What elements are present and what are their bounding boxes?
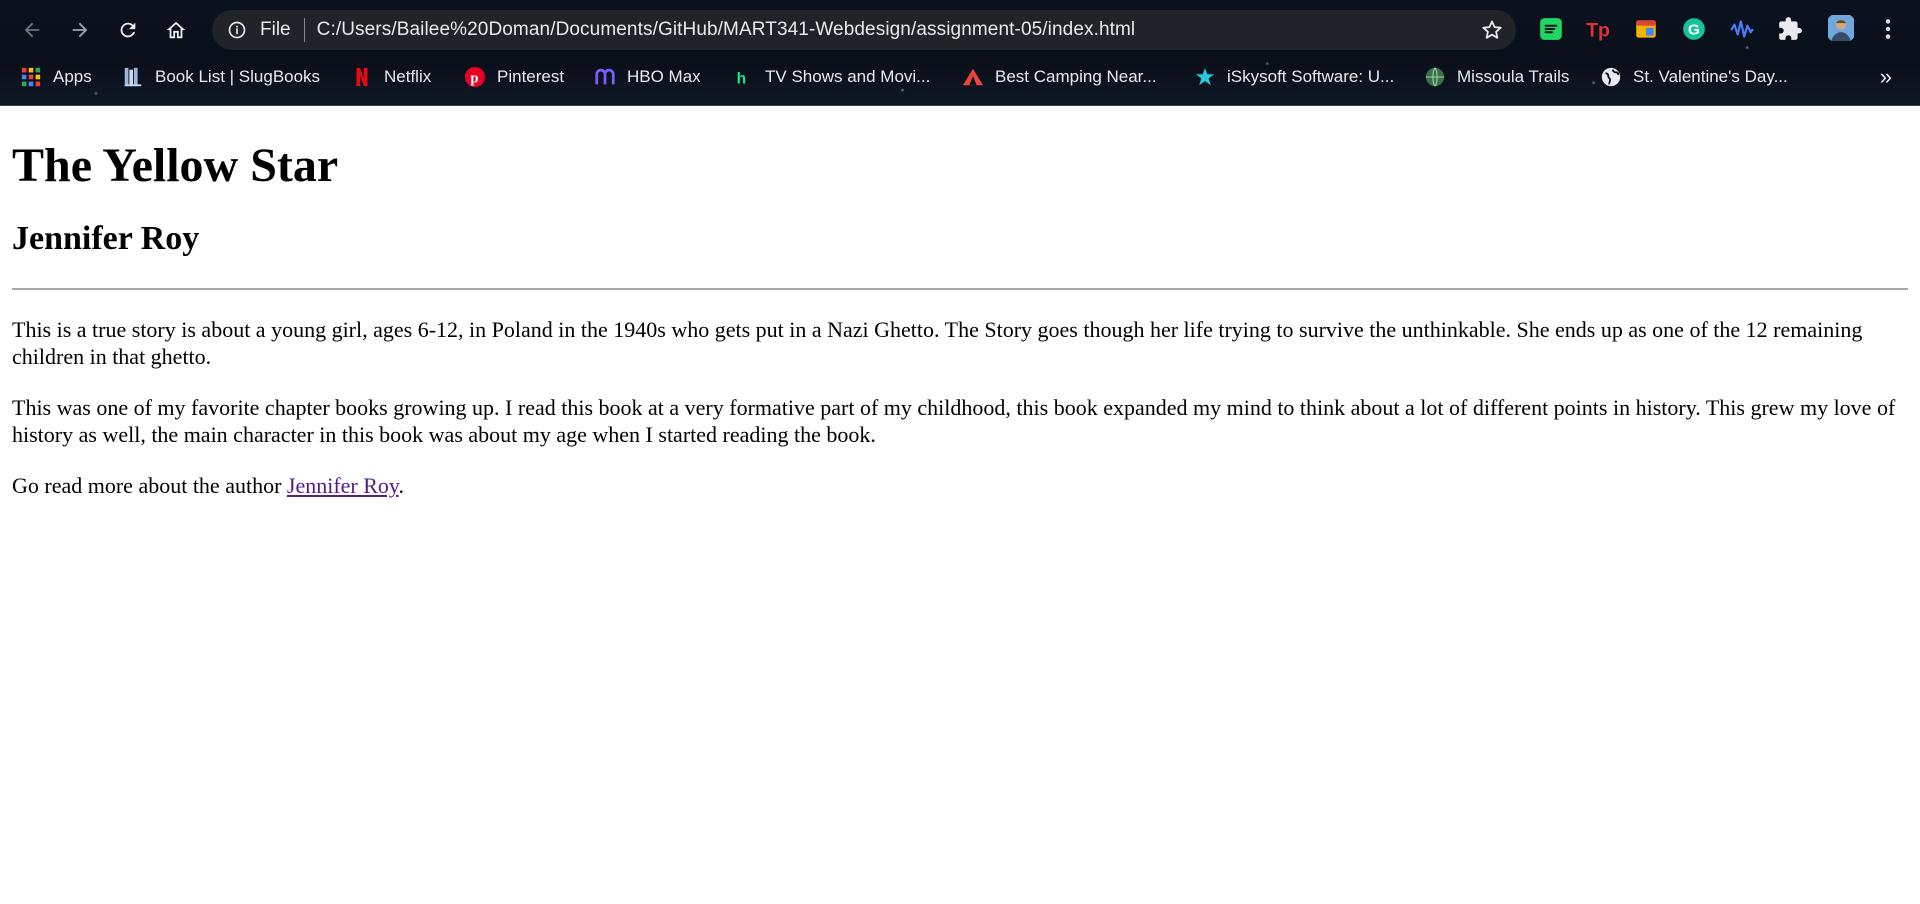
bookmark-apps[interactable]: Apps: [20, 62, 92, 92]
world-icon: [1600, 66, 1622, 88]
puzzle-icon[interactable]: [1776, 15, 1804, 43]
bookmarks-bar: Apps Book List | SlugBooks Netflix p Pin…: [0, 58, 1920, 98]
tp-extension-icon[interactable]: Tp: [1584, 15, 1612, 43]
apps-grid-icon: [20, 66, 42, 88]
bookmark-netflix[interactable]: Netflix: [351, 62, 431, 92]
bookmark-label: iSkysoft Software: U...: [1227, 67, 1395, 86]
link-prefix-text: Go read more about the author: [12, 473, 287, 499]
bookmark-camping[interactable]: Best Camping Near...: [962, 62, 1157, 92]
bookmark-valentines[interactable]: St. Valentine's Day...: [1600, 62, 1788, 92]
bookmark-label: Pinterest: [497, 67, 565, 86]
bookmark-pinterest[interactable]: p Pinterest: [464, 62, 564, 92]
menu-dots-icon[interactable]: [1874, 15, 1902, 43]
home-icon: [166, 21, 186, 39]
site-info-icon[interactable]: [226, 19, 248, 41]
link-suffix-text: .: [398, 473, 405, 499]
reload-icon: [120, 22, 136, 38]
bookmark-label: Book List | SlugBooks: [155, 67, 321, 86]
bookmark-label: Missoula Trails: [1457, 67, 1570, 86]
tent-icon: [962, 66, 984, 88]
grammarly-extension-icon[interactable]: G: [1680, 15, 1708, 43]
svg-text:p: p: [470, 71, 478, 87]
page-content: The Yellow Star Jennifer Roy This is a t…: [12, 106, 1908, 499]
bookmark-hulu[interactable]: h TV Shows and Movi...: [732, 62, 931, 92]
globe-icon: [1424, 66, 1446, 88]
address-scheme-label: File: [260, 19, 291, 40]
bookmark-label: Best Camping Near...: [995, 67, 1157, 86]
bookmark-iskysoft[interactable]: iSkysoft Software: U...: [1194, 62, 1394, 92]
address-divider: [303, 18, 305, 42]
bookmark-label: HBO Max: [627, 67, 701, 86]
author-link-paragraph: Go read more about the author Jennifer R…: [12, 472, 1908, 499]
browser-chrome: File C:/Users/Bailee%20Doman/Documents/G…: [0, 0, 1920, 106]
hulu-icon: h: [732, 66, 754, 88]
author-heading: Jennifer Roy: [12, 220, 200, 258]
svg-text:Tp: Tp: [1586, 20, 1610, 42]
pinterest-icon: p: [464, 66, 486, 88]
bookmark-slugbooks[interactable]: Book List | SlugBooks: [122, 62, 320, 92]
more-bookmarks-button[interactable]: »: [1880, 64, 1892, 90]
soundwave-extension-icon[interactable]: [1728, 15, 1756, 43]
bookmark-label: TV Shows and Movi...: [765, 67, 931, 86]
back-icon: [24, 22, 40, 38]
svg-text:G: G: [1688, 21, 1700, 38]
forward-button[interactable]: [62, 12, 98, 48]
author-link[interactable]: Jennifer Roy: [287, 473, 399, 498]
calendar-extension-icon[interactable]: [1632, 15, 1660, 43]
reload-button[interactable]: [110, 12, 146, 48]
book-icon: [122, 66, 144, 88]
horizontal-rule: [12, 288, 1908, 291]
home-button[interactable]: [158, 12, 194, 48]
back-button[interactable]: [14, 12, 50, 48]
bookmark-label: St. Valentine's Day...: [1633, 67, 1788, 86]
forward-icon: [72, 22, 88, 38]
bookmark-star-icon[interactable]: [1480, 18, 1504, 42]
bookmark-label: Netflix: [384, 67, 432, 86]
bookmark-hbo-max[interactable]: HBO Max: [594, 62, 701, 92]
netflix-icon: [351, 66, 373, 88]
bookmark-missoula-trails[interactable]: Missoula Trails: [1424, 62, 1569, 92]
personal-reflection-paragraph: This was one of my favorite chapter book…: [12, 395, 1896, 448]
profile-avatar[interactable]: [1825, 12, 1857, 44]
address-bar[interactable]: File C:/Users/Bailee%20Doman/Documents/G…: [212, 10, 1516, 50]
spotify-extension-icon[interactable]: [1537, 15, 1565, 43]
page-title: The Yellow Star: [12, 139, 339, 192]
bookmark-label: Apps: [53, 67, 92, 86]
star-icon: [1194, 66, 1216, 88]
svg-text:h: h: [737, 70, 747, 87]
hbo-max-icon: [594, 66, 616, 88]
address-url[interactable]: C:/Users/Bailee%20Doman/Documents/GitHub…: [317, 19, 1136, 41]
story-summary-paragraph: This is a true story is about a young gi…: [12, 317, 1863, 370]
